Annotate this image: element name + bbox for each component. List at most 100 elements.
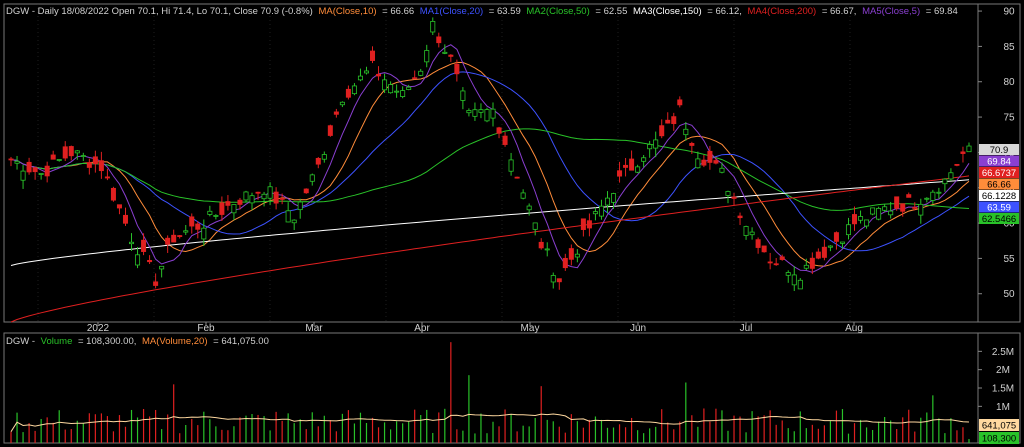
candle-body <box>906 194 912 198</box>
candle-body <box>773 263 779 266</box>
candle-body <box>508 159 514 172</box>
ma5-value: = 69.84 <box>926 6 958 17</box>
candle-body <box>894 196 900 209</box>
candle-body <box>80 155 86 158</box>
ma50-value: = 62.55 <box>595 6 627 17</box>
candle-body <box>502 135 508 145</box>
candle-body <box>147 259 153 263</box>
candle-body <box>526 205 532 211</box>
candle-body <box>514 176 520 179</box>
candle-body <box>478 109 484 113</box>
candle-body <box>827 245 833 248</box>
price-badge-label: 66.66 <box>987 179 1011 190</box>
candle-body <box>617 170 623 177</box>
candle-body <box>484 109 490 122</box>
candle-body <box>177 235 183 237</box>
candle-body <box>424 50 430 63</box>
candle-body <box>50 154 56 160</box>
candle-body <box>74 150 80 154</box>
price-badge-label: 66.6737 <box>982 168 1016 179</box>
candle-body <box>116 204 122 209</box>
month-label: Aug <box>845 323 863 334</box>
price-tick-label: 80 <box>1003 77 1015 88</box>
candle-body <box>653 139 659 149</box>
volume-value: = 108,300.00, <box>78 336 136 347</box>
candle-body <box>791 274 797 286</box>
candle-body <box>32 167 38 173</box>
candle-body <box>743 226 749 236</box>
month-label: Feb <box>197 323 215 334</box>
candle-body <box>556 278 562 283</box>
candle-body <box>430 21 436 33</box>
ma200-label: MA4(Close,200) <box>748 6 817 17</box>
candle-body <box>737 215 743 219</box>
ma200-value: = 66.67, <box>822 6 857 17</box>
candle-body <box>833 232 839 242</box>
candle-body <box>924 197 930 200</box>
price-tick-label: 55 <box>1003 254 1015 265</box>
candle-body <box>122 214 128 224</box>
volume-badge-label: 641,075 <box>982 421 1016 432</box>
price-panel <box>3 3 979 323</box>
candle-body <box>472 109 478 117</box>
price-badge-label: 66.1228 <box>982 191 1016 202</box>
volume-tick-label: 1.5M <box>992 384 1014 395</box>
candle-body <box>954 163 960 166</box>
candle-body <box>135 254 141 266</box>
candle-body <box>960 151 966 154</box>
candle-body <box>153 281 159 286</box>
price-tick-label: 75 <box>1003 113 1015 124</box>
candle-body <box>647 144 653 150</box>
candle-body <box>659 125 665 137</box>
candle-body <box>159 265 165 270</box>
volume-label: Volume <box>41 336 73 347</box>
candle-body <box>689 143 695 146</box>
candle-body <box>92 156 98 165</box>
stock-chart: DGW - Daily 18/08/2022 Open 70.1, Hi 71.… <box>3 3 1021 445</box>
volume-ma-label: MA(Volume,20) <box>142 336 207 347</box>
candle-body <box>351 85 357 95</box>
candle-body <box>876 207 882 220</box>
candle-body <box>629 158 635 171</box>
candle-body <box>677 99 683 106</box>
ma10-label: MA(Close,10) <box>318 6 376 17</box>
volume-tick-label: 1M <box>996 402 1010 413</box>
candle-body <box>574 253 580 258</box>
ma5-label: MA5(Close,5) <box>862 6 920 17</box>
candle-body <box>845 224 851 236</box>
candle-body <box>363 70 369 74</box>
candle-body <box>104 176 110 179</box>
candle-body <box>86 162 92 168</box>
candle-body <box>562 257 568 269</box>
candle-body <box>267 186 273 199</box>
candle-body <box>870 207 876 215</box>
candle-body <box>803 264 809 269</box>
candle-body <box>400 90 406 97</box>
candle-body <box>243 191 249 201</box>
candle-body <box>611 193 617 203</box>
candle-body <box>695 158 701 169</box>
candle-body <box>171 234 177 243</box>
candle-body <box>249 195 255 204</box>
candle-body <box>580 218 586 230</box>
candle-body <box>701 159 707 166</box>
candle-body <box>550 275 556 283</box>
candle-body <box>900 203 906 212</box>
candle-body <box>279 197 285 200</box>
candle-body <box>809 257 815 269</box>
candle-body <box>436 36 442 44</box>
candle-body <box>183 230 189 233</box>
candle-body <box>779 256 785 260</box>
candle-body <box>725 191 731 196</box>
candle-body <box>219 202 225 215</box>
price-tick-label: 85 <box>1003 42 1015 53</box>
ma10-value: = 66.66 <box>382 6 414 17</box>
candle-body <box>930 191 936 201</box>
candle-body <box>255 191 261 194</box>
candle-body <box>68 146 74 157</box>
candle-body <box>671 116 677 125</box>
candle-body <box>864 219 870 227</box>
candle-body <box>98 160 104 172</box>
candle-body <box>8 158 14 161</box>
candle-body <box>321 154 327 160</box>
